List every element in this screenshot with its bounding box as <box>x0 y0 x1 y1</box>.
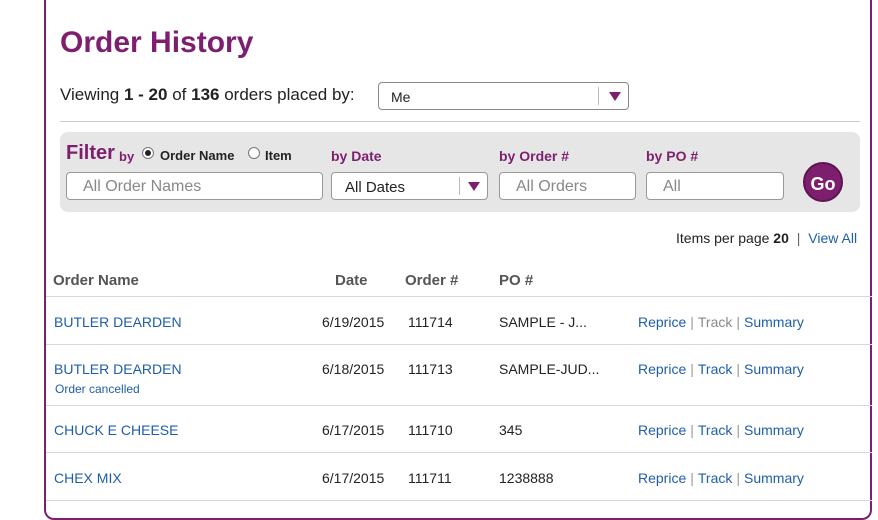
summary-link[interactable]: Summary <box>744 470 804 486</box>
order-number: 111710 <box>408 422 453 438</box>
order-name-filter-input[interactable]: All Order Names <box>66 172 323 200</box>
order-number-filter-input[interactable]: All Orders <box>499 172 636 200</box>
track-link[interactable]: Track <box>698 361 732 377</box>
by-po-label: by PO # <box>646 148 699 164</box>
header-po-number[interactable]: PO # <box>499 272 533 289</box>
row-divider <box>46 452 872 453</box>
separator: | <box>736 314 741 330</box>
reprice-link[interactable]: Reprice <box>638 314 686 330</box>
date-filter-select[interactable]: All Dates <box>331 172 488 200</box>
select-divider <box>598 87 599 105</box>
po-number: 345 <box>499 422 523 438</box>
viewing-total: 136 <box>191 85 220 104</box>
order-number-placeholder: All Orders <box>516 178 588 195</box>
radio-order-name[interactable] <box>142 147 154 159</box>
order-number: 111711 <box>408 470 452 486</box>
po-number: SAMPLE - J... <box>499 314 587 330</box>
row-actions: Reprice | Track | Summary <box>638 314 804 330</box>
header-order-name[interactable]: Order Name <box>53 272 139 289</box>
summary-link[interactable]: Summary <box>744 422 804 438</box>
select-divider <box>459 177 460 195</box>
items-per-page-value[interactable]: 20 <box>773 230 789 246</box>
chevron-down-icon[interactable] <box>468 182 480 191</box>
separator: | <box>796 230 801 246</box>
separator: | <box>690 422 694 438</box>
row-divider <box>46 344 872 345</box>
track-link[interactable]: Track <box>698 422 732 438</box>
order-history-panel <box>44 0 872 520</box>
chevron-down-icon[interactable] <box>609 92 621 101</box>
separator: | <box>690 470 694 486</box>
header-order-number[interactable]: Order # <box>405 272 458 289</box>
track-link[interactable]: Track <box>698 470 732 486</box>
separator: | <box>736 422 741 438</box>
po-number: SAMPLE-JUD... <box>499 361 600 377</box>
separator: | <box>736 470 741 486</box>
order-date: 6/17/2015 <box>322 422 385 438</box>
row-divider <box>46 296 872 297</box>
viewing-prefix: Viewing <box>60 85 120 104</box>
date-filter-value: All Dates <box>345 179 406 196</box>
viewing-suffix: orders placed by: <box>224 85 355 104</box>
radio-order-name-label[interactable]: Order Name <box>160 148 234 163</box>
separator: | <box>690 314 694 330</box>
header-date[interactable]: Date <box>335 272 368 289</box>
order-name-placeholder: All Order Names <box>83 178 202 195</box>
by-date-label: by Date <box>331 148 382 164</box>
track-link-disabled: Track <box>697 314 733 330</box>
by-order-label: by Order # <box>499 148 570 164</box>
reprice-link[interactable]: Reprice <box>638 470 686 486</box>
order-name-link[interactable]: CHEX MIX <box>54 470 122 486</box>
order-date: 6/18/2015 <box>322 361 385 377</box>
reprice-link[interactable]: Reprice <box>638 361 686 377</box>
row-divider <box>46 500 872 501</box>
row-actions: Reprice | Track | Summary <box>638 470 804 486</box>
po-number-filter-input[interactable]: All <box>646 172 784 200</box>
filter-label: Filter <box>66 142 115 164</box>
page-title: Order History <box>60 26 254 59</box>
items-per-page-label: Items per page <box>676 230 770 246</box>
separator: | <box>690 361 694 377</box>
items-per-page: Items per page 20 | View All <box>676 230 857 246</box>
order-date: 6/17/2015 <box>322 470 385 486</box>
order-number: 111713 <box>408 361 453 377</box>
summary-link[interactable]: Summary <box>744 314 804 330</box>
radio-item-label[interactable]: Item <box>265 148 292 163</box>
order-date: 6/19/2015 <box>322 314 385 330</box>
order-status-note: Order cancelled <box>55 382 140 396</box>
viewing-range: 1 - 20 <box>123 85 168 104</box>
radio-item[interactable] <box>248 147 260 159</box>
order-name-link[interactable]: CHUCK E CHEESE <box>54 422 178 438</box>
view-all-link[interactable]: View All <box>808 230 857 246</box>
filter-by-label: by <box>119 149 135 164</box>
po-number: 1238888 <box>499 470 554 486</box>
summary-link[interactable]: Summary <box>744 361 804 377</box>
row-actions: Reprice | Track | Summary <box>638 361 804 377</box>
reprice-link[interactable]: Reprice <box>638 422 686 438</box>
viewing-of: of <box>172 85 187 104</box>
po-number-placeholder: All <box>663 178 681 195</box>
separator: | <box>736 361 741 377</box>
divider <box>60 121 860 122</box>
placed-by-select[interactable]: Me <box>378 82 629 110</box>
go-button[interactable]: Go <box>803 162 843 202</box>
viewing-summary: Viewing 1 - 20 of 136 orders placed by: <box>60 85 355 105</box>
order-name-link[interactable]: BUTLER DEARDEN <box>54 361 182 377</box>
order-number: 111714 <box>408 314 453 330</box>
row-actions: Reprice | Track | Summary <box>638 422 804 438</box>
placed-by-value: Me <box>391 89 411 105</box>
order-name-link[interactable]: BUTLER DEARDEN <box>54 314 182 330</box>
row-divider <box>46 405 872 406</box>
radio-selected-dot <box>145 150 151 156</box>
